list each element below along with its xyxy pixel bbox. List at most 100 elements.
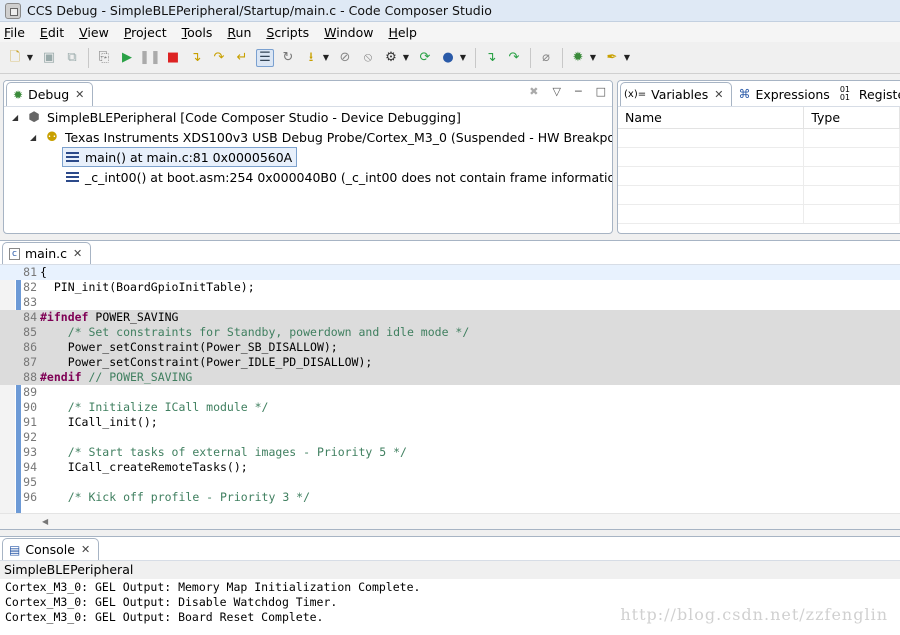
window-title: CCS Debug - SimpleBLEPeripheral/Startup/… [27,3,492,18]
instruction-stepping-icon[interactable]: ☰ [256,48,274,67]
connect-icon[interactable]: ⎘ [95,49,113,67]
save-icon[interactable]: ▣ [40,49,58,67]
code-statement: ICall_createRemoteTasks(); [40,460,248,474]
view-actions: ✖ ▽ ─ □ [529,85,606,98]
code-line[interactable]: 93 /* Start tasks of external images - P… [0,445,900,460]
terminate-icon[interactable]: ■ [164,49,182,67]
code-line[interactable]: 85 /* Set constraints for Standby, power… [0,325,900,340]
horizontal-scrollbar[interactable]: ◀ [0,513,900,529]
line-number: 95 [23,475,37,489]
debug-icon[interactable]: ● [439,49,457,67]
code-statement: Power_setConstraint(Power_IDLE_PD_DISALL… [40,355,373,369]
code-line[interactable]: 90 /* Initialize ICall module */ [0,400,900,415]
console-line: Cortex_M3_0: GEL Output: Board Reset Com… [5,610,324,624]
menu-run[interactable]: Run [227,25,251,40]
variables-columns: Name Type [618,107,900,129]
menu-file[interactable]: File [4,25,25,40]
variables-row [618,148,900,167]
disable-breakpoints-icon[interactable]: ⦸ [359,49,377,67]
menu-edit[interactable]: Edit [40,25,64,40]
column-name[interactable]: Name [618,107,805,128]
code-line[interactable]: 89 [0,385,900,400]
menu-view[interactable]: View [79,25,109,40]
suspend-icon[interactable]: ❚❚ [139,49,161,67]
line-number: 86 [23,340,37,354]
column-type[interactable]: Type [804,107,900,128]
tab-registers[interactable]: 0101 Registers [838,82,900,106]
tab-registers-label: Registers [858,86,900,102]
reset-icon[interactable]: ⌀ [537,49,555,67]
code-text: /* Set constraints for Standby, powerdow… [40,325,470,340]
stack-frame-c-int00[interactable]: _c_int00() at boot.asm:254 0x000040B0 (_… [66,167,612,187]
close-icon[interactable]: ✕ [714,88,723,101]
remove-terminated-icon[interactable]: ✖ [529,85,538,98]
code-line[interactable]: 88 #endif // POWER_SAVING [0,370,900,385]
tab-expressions[interactable]: ⌘ Expressions [732,82,837,106]
chevron-down-icon[interactable]: ▼ [402,49,410,67]
debug-session-node[interactable]: ◢ ⬢ SimpleBLEPeripheral [Code Composer S… [12,107,461,127]
app-icon [5,2,21,19]
code-line[interactable]: 87 Power_setConstraint(Power_IDLE_PD_DIS… [0,355,900,370]
code-line[interactable]: 95 [0,475,900,490]
close-icon[interactable]: ✕ [75,88,84,101]
code-line[interactable]: 92 [0,430,900,445]
menu-help[interactable]: Help [388,25,417,40]
code-line[interactable]: 91 ICall_init(); [0,415,900,430]
expanded-icon[interactable]: ◢ [30,133,40,142]
code-line[interactable]: 86 Power_setConstraint(Power_SB_DISALLOW… [0,340,900,355]
minimize-icon[interactable]: ─ [575,85,582,98]
new-icon[interactable]: 🗋 [6,49,24,67]
step-over-icon[interactable]: ↷ [210,49,228,67]
restart-icon[interactable]: ↻ [279,49,297,67]
tab-console[interactable]: ▤ Console ✕ [2,538,100,560]
tab-console-label: Console [25,542,75,557]
run-icon[interactable]: ⟳ [416,49,434,67]
chevron-down-icon[interactable]: ▼ [459,49,467,67]
close-icon[interactable]: ✕ [81,543,90,556]
debug-launch-icon[interactable]: ✹ [569,49,587,67]
stack-frame-main[interactable]: main() at main.c:81 0x0000560A [62,147,298,167]
toolbar-separator [475,47,476,68]
console-line: Cortex_M3_0: GEL Output: Disable Watchdo… [5,595,338,609]
maximize-icon[interactable]: □ [596,85,606,98]
code-comment: /* Kick off profile - Priority 3 */ [40,490,311,504]
selected-frame[interactable]: main() at main.c:81 0x0000560A [62,147,298,167]
save-all-icon[interactable]: ⧉ [63,49,81,67]
tab-main-c[interactable]: c main.c ✕ [2,242,92,264]
assembly-step-over-icon[interactable]: ↷ [505,49,523,67]
menu-tools[interactable]: Tools [182,25,213,40]
assembly-step-into-icon[interactable]: ↴ [482,49,500,67]
chevron-down-icon[interactable]: ▼ [623,49,631,67]
resume-icon[interactable]: ▶ [118,49,136,67]
menu-window[interactable]: Window [324,25,373,40]
code-statement: ICall_init(); [40,415,158,429]
chevron-down-icon[interactable]: ▼ [589,49,597,67]
code-line[interactable]: 94 ICall_createRemoteTasks(); [0,460,900,475]
view-menu-icon[interactable]: ▽ [553,85,561,98]
load-program-icon[interactable]: ⭳ [302,49,320,67]
close-icon[interactable]: ✕ [73,247,82,260]
debug-probe-node[interactable]: ◢ ⚉ Texas Instruments XDS100v3 USB Debug… [30,127,612,147]
code-line[interactable]: 96 /* Kick off profile - Priority 3 */ [0,490,900,505]
breakpoint-icon[interactable]: ⊘ [336,49,354,67]
console-line: Cortex_M3_0: GEL Output: Memory Map Init… [5,580,421,594]
tab-debug[interactable]: ✹ Debug ✕ [6,82,94,106]
code-line[interactable]: 84 #ifndef POWER_SAVING [0,310,900,325]
code-line[interactable]: 81{ [0,265,900,280]
code-line[interactable]: 83 [0,295,900,310]
scroll-left-icon[interactable]: ◀ [42,517,48,526]
menu-project[interactable]: Project [124,25,167,40]
toolbar-separator [88,47,89,68]
chevron-down-icon[interactable]: ▼ [26,49,34,67]
code-editor[interactable]: ➤ 81{82 PIN_init(BoardGpioInitTable);838… [0,265,900,513]
chevron-down-icon[interactable]: ▼ [322,49,330,67]
variables-icon: (x)= [624,89,647,100]
menu-scripts[interactable]: Scripts [266,25,309,40]
step-return-icon[interactable]: ↵ [233,49,251,67]
target-icon[interactable]: ⚙ [382,49,400,67]
step-into-icon[interactable]: ↴ [187,49,205,67]
external-tools-icon[interactable]: ✒ [603,49,621,67]
code-line[interactable]: 82 PIN_init(BoardGpioInitTable); [0,280,900,295]
tab-variables[interactable]: (x)= Variables ✕ [620,82,733,106]
expanded-icon[interactable]: ◢ [12,113,22,122]
